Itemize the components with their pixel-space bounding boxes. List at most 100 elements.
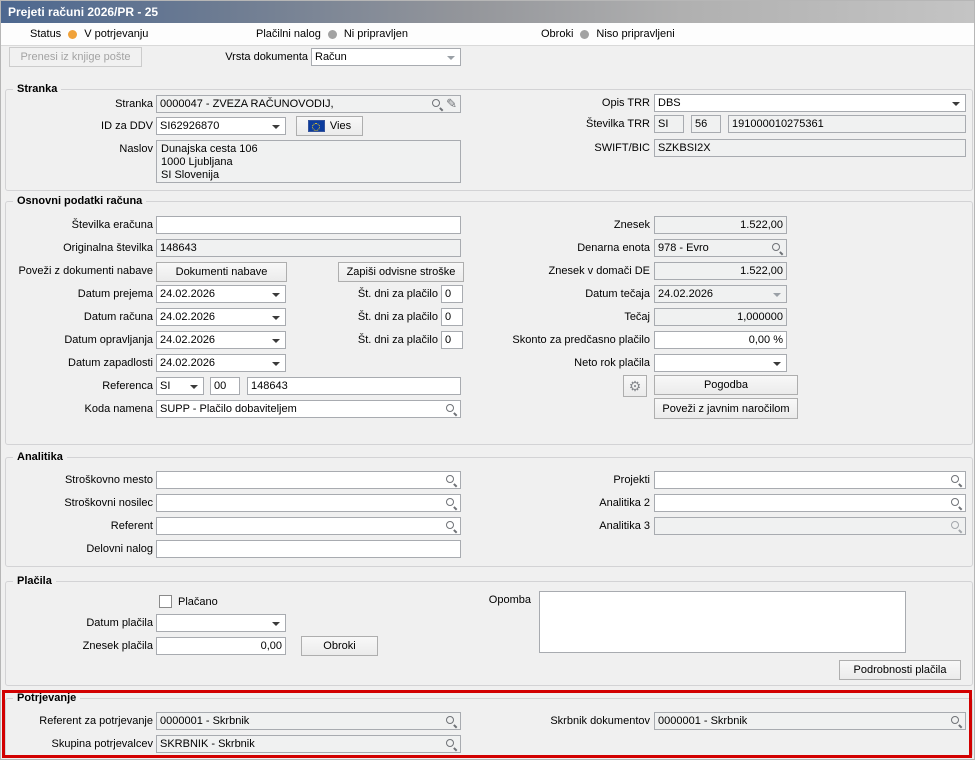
link-contract-button[interactable] [623, 375, 647, 397]
gear-link-icon [629, 379, 642, 394]
search-icon [949, 520, 962, 533]
swift-bic-field[interactable]: SZKBSI2X [654, 139, 966, 157]
opomba-textarea[interactable] [539, 591, 906, 653]
obroki-button[interactable]: Obroki [301, 636, 378, 656]
payment-order-dot [327, 29, 337, 39]
koda-namena-field[interactable]: SUPP - Plačilo dobaviteljem [156, 400, 461, 418]
skonto-field[interactable]: 0,00 % [654, 331, 787, 349]
denarna-enota-label: Denarna enota [577, 242, 650, 254]
edit-pencil-icon[interactable] [446, 97, 457, 111]
pogodba-button[interactable]: Pogodba [654, 375, 798, 395]
datum-racuna-picker[interactable]: 24.02.2026 [156, 308, 286, 326]
datum-placila-label: Datum plačila [86, 617, 153, 629]
opis-trr-select[interactable]: DBS [654, 94, 966, 112]
analitika3-label: Analitika 3 [599, 520, 650, 532]
st-dni-field-1[interactable]: 0 [441, 285, 463, 303]
trr-number-field[interactable]: 191000010275361 [728, 115, 966, 133]
datum-tecaja-label: Datum tečaja [585, 288, 650, 300]
chevron-down-icon [272, 125, 280, 129]
analitika2-label: Analitika 2 [599, 497, 650, 509]
datum-zapadlosti-picker[interactable]: 24.02.2026 [156, 354, 286, 372]
skrbnik-dokumentov-field[interactable]: 0000001 - Skrbnik [654, 712, 966, 730]
chevron-down-icon [272, 622, 280, 626]
zapisi-odvisne-stroske-button[interactable]: Zapiši odvisne stroške [338, 262, 464, 282]
datum-prejema-picker[interactable]: 24.02.2026 [156, 285, 286, 303]
search-icon[interactable] [430, 98, 443, 111]
stroskovno-mesto-field[interactable] [156, 471, 461, 489]
znesek-placila-field[interactable]: 0,00 [156, 637, 286, 655]
st-dni-label-1: Št. dni za plačilo [357, 288, 438, 300]
eracun-field[interactable] [156, 216, 461, 234]
referenca-model-select[interactable]: SI [156, 377, 204, 395]
chevron-down-icon [773, 293, 781, 297]
znesek-domaci-field[interactable]: 1.522,00 [654, 262, 787, 280]
stranka-field[interactable]: 0000047 - ZVEZA RAČUNOVODIJ, [156, 95, 461, 113]
datum-opravljanja-picker[interactable]: 24.02.2026 [156, 331, 286, 349]
st-dni-label-2: Št. dni za plačilo [357, 311, 438, 323]
placano-checkbox[interactable] [159, 595, 172, 608]
search-icon[interactable] [444, 715, 457, 728]
povezi-javno-narocilo-button[interactable]: Poveži z javnim naročilom [654, 398, 798, 419]
status-strip: Status V potrjevanju Plačilni nalog Ni p… [1, 23, 974, 46]
search-icon[interactable] [949, 497, 962, 510]
st-dni-label-3: Št. dni za plačilo [357, 334, 438, 346]
znesek-label: Znesek [613, 219, 650, 231]
referent-field[interactable] [156, 517, 461, 535]
chevron-down-icon [272, 316, 280, 320]
tecaj-label: Tečaj [624, 311, 650, 323]
referenca-check-field[interactable]: 00 [210, 377, 240, 395]
prejeti-racuni-window: Prejeti računi 2026/PR - 25 Status V pot… [0, 0, 975, 760]
st-dni-field-2[interactable]: 0 [441, 308, 463, 326]
delovni-nalog-field[interactable] [156, 540, 461, 558]
status-label: Status [30, 28, 62, 40]
search-icon[interactable] [444, 497, 457, 510]
originalna-stevilka-field[interactable]: 148643 [156, 239, 461, 257]
analitika2-field[interactable] [654, 494, 966, 512]
skupina-potrjevalcev-label: Skupina potrjevalcev [51, 738, 153, 750]
referenca-label: Referenca [102, 380, 153, 392]
status-indicator: Status V potrjevanju [30, 23, 148, 45]
doc-type-select[interactable]: Račun [311, 48, 461, 66]
st-dni-field-3[interactable]: 0 [441, 331, 463, 349]
znesek-placila-label: Znesek plačila [82, 640, 153, 652]
naslov-label: Naslov [119, 143, 153, 155]
installments-indicator: Obroki Niso pripravljeni [541, 23, 675, 45]
vies-button[interactable]: Vies [296, 116, 363, 136]
stroskovni-nosilec-field[interactable] [156, 494, 461, 512]
podrobnosti-placila-button[interactable]: Podrobnosti plačila [839, 660, 961, 680]
placano-label: Plačano [178, 596, 218, 608]
id-ddv-select[interactable]: SI62926870 [156, 117, 286, 135]
datum-opravljanja-label: Datum opravljanja [64, 334, 153, 346]
search-icon[interactable] [770, 242, 783, 255]
originalna-stevilka-label: Originalna številka [63, 242, 153, 254]
search-icon[interactable] [444, 474, 457, 487]
neto-rok-select[interactable] [654, 354, 787, 372]
tecaj-field[interactable]: 1,000000 [654, 308, 787, 326]
referent-potrjevanje-field[interactable]: 0000001 - Skrbnik [156, 712, 461, 730]
search-icon[interactable] [444, 738, 457, 751]
denarna-enota-field[interactable]: 978 - Evro [654, 239, 787, 257]
naslov-field[interactable]: Dunajska cesta 106 1000 Ljubljana SI Slo… [156, 140, 461, 183]
skupina-potrjevalcev-field[interactable]: SKRBNIK - Skrbnik [156, 735, 461, 753]
znesek-field[interactable]: 1.522,00 [654, 216, 787, 234]
neto-rok-label: Neto rok plačila [574, 357, 650, 369]
referent-potrjevanje-label: Referent za potrjevanje [39, 715, 153, 727]
swift-bic-label: SWIFT/BIC [594, 142, 650, 154]
search-icon[interactable] [444, 403, 457, 416]
chevron-down-icon [272, 339, 280, 343]
stroskovni-nosilec-label: Stroškovni nosilec [64, 497, 153, 509]
search-icon[interactable] [949, 474, 962, 487]
trr-country-field[interactable]: SI [654, 115, 684, 133]
projekti-field[interactable] [654, 471, 966, 489]
osnovni-podatki-group-title: Osnovni podatki računa [13, 194, 147, 208]
search-icon[interactable] [949, 715, 962, 728]
search-icon[interactable] [444, 520, 457, 533]
datum-placila-picker[interactable] [156, 614, 286, 632]
dokumenti-nabave-button[interactable]: Dokumenti nabave [156, 262, 287, 282]
status-value: V potrjevanju [84, 28, 149, 40]
transfer-from-mailbook-button[interactable]: Prenesi iz knjige pošte [9, 47, 142, 67]
referenca-number-field[interactable]: 148643 [247, 377, 461, 395]
trr-check-field[interactable]: 56 [691, 115, 721, 133]
payment-order-indicator: Plačilni nalog Ni pripravljen [256, 23, 408, 45]
chevron-down-icon [773, 362, 781, 366]
